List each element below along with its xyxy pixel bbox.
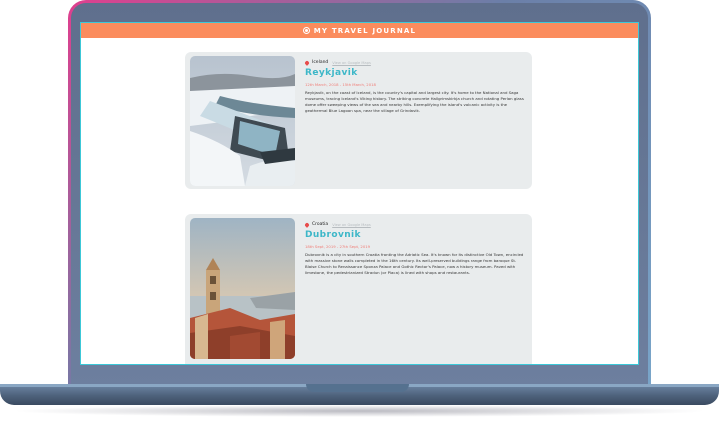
entry-country: Iceland bbox=[312, 60, 329, 65]
entry-location: Croatia View on Google Maps bbox=[304, 221, 524, 228]
entry-title: Dubrovnik bbox=[305, 230, 361, 240]
journal-entry-card: Croatia View on Google Maps Dubrovnik 18… bbox=[185, 214, 532, 364]
entry-dates: 12th March, 2018 - 15th March, 2018 bbox=[305, 82, 376, 87]
waterfall-photo bbox=[190, 56, 295, 186]
map-pin-icon bbox=[304, 59, 310, 66]
app-screen: MY TRAVEL JOURNAL Iceland View on Google… bbox=[80, 22, 639, 365]
entry-info: Iceland View on Google Maps Reykjavik 12… bbox=[304, 59, 524, 114]
entry-dates: 18th Sept, 2019 - 27th Sept, 2019 bbox=[305, 244, 371, 249]
entry-photo-reykjavik bbox=[190, 56, 295, 186]
laptop-shadow bbox=[10, 405, 709, 417]
entry-description: Reykjavik, on the coast of Iceland, is t… bbox=[305, 90, 524, 113]
entry-location: Iceland View on Google Maps bbox=[304, 59, 524, 66]
journal-entry-card: Iceland View on Google Maps Reykjavik 12… bbox=[185, 52, 532, 189]
app-title: MY TRAVEL JOURNAL bbox=[313, 26, 417, 35]
google-maps-link[interactable]: View on Google Maps bbox=[332, 61, 371, 65]
google-maps-link[interactable]: View on Google Maps bbox=[332, 223, 371, 227]
entry-description: Dubrovnik is a city in southern Croatia … bbox=[305, 252, 524, 275]
entry-country: Croatia bbox=[312, 222, 329, 227]
laptop-notch bbox=[306, 384, 409, 392]
globe-icon bbox=[302, 27, 310, 34]
city-photo bbox=[190, 218, 295, 359]
entry-photo-dubrovnik bbox=[190, 218, 295, 359]
entry-info: Croatia View on Google Maps Dubrovnik 18… bbox=[304, 221, 524, 276]
app-header: MY TRAVEL JOURNAL bbox=[81, 23, 638, 38]
entry-title: Reykjavik bbox=[305, 68, 358, 78]
map-pin-icon bbox=[304, 221, 310, 228]
